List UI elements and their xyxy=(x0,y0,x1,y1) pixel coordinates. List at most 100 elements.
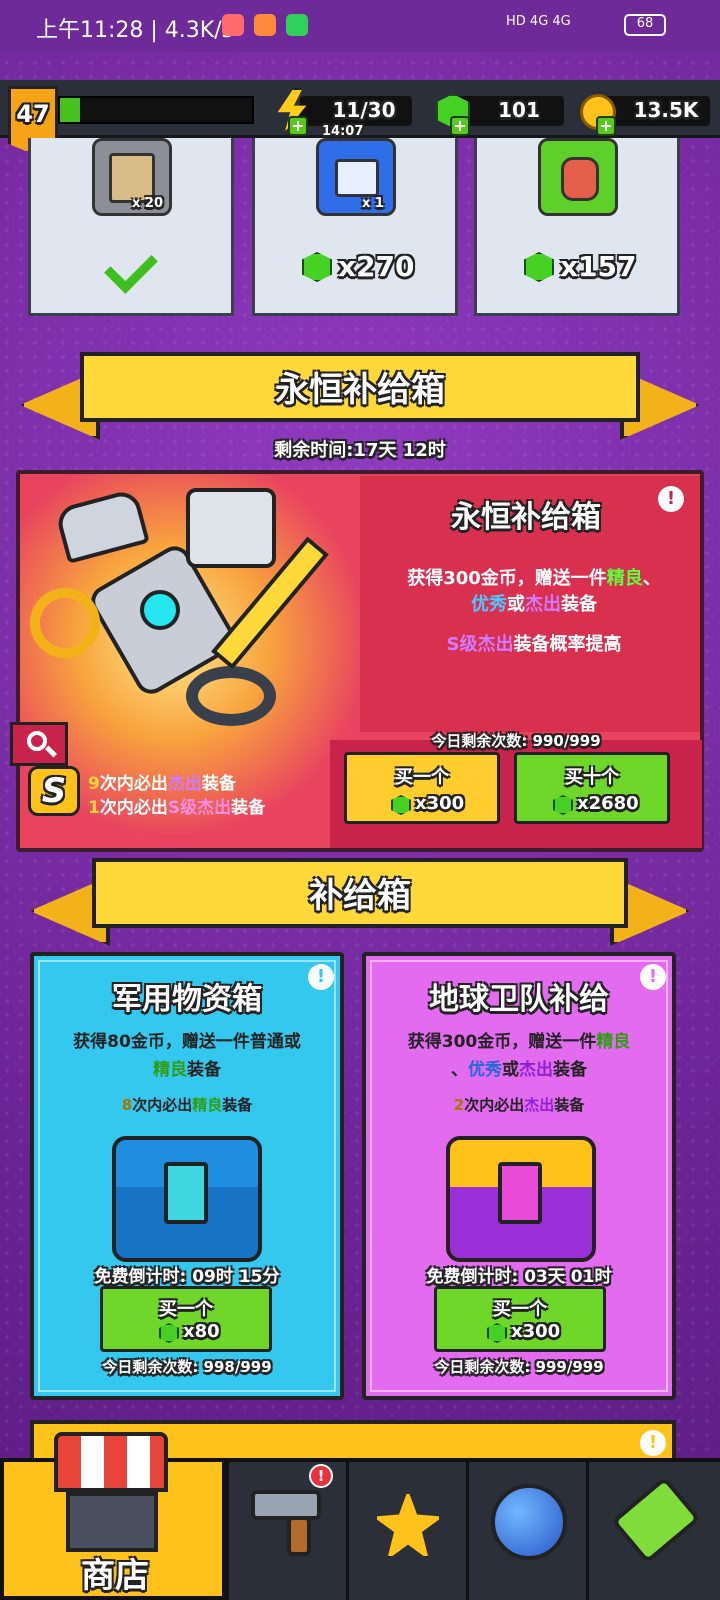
search-icon xyxy=(27,731,47,751)
guarantee-mid: 次内必出 xyxy=(99,774,168,794)
chest-lock-icon xyxy=(498,1162,542,1224)
earth-guard-box-title: 地球卫队补给 xyxy=(429,982,609,1017)
add-gems-icon[interactable]: + xyxy=(450,116,470,136)
tier-outstanding: 杰出 xyxy=(525,594,561,615)
notification-icon xyxy=(222,14,244,36)
supply-banner-title: 补给箱 xyxy=(309,876,411,916)
guarantee-num: 9 xyxy=(88,774,100,794)
status-bar: 上午11:28 | 4.3K/s HD 4G 4G 68 xyxy=(0,0,720,52)
guarantee-num: 2 xyxy=(453,1096,465,1114)
preview-button[interactable] xyxy=(10,722,68,766)
military-guarantee: 8次内必出精良装备 xyxy=(40,1094,334,1115)
nav-missions[interactable] xyxy=(346,1462,464,1600)
gem-icon xyxy=(487,1323,507,1343)
desc-sep: 、 xyxy=(451,1060,468,1080)
desc-text: 获得300金币，赠送一件 xyxy=(407,1032,597,1052)
buy-label: 买一个 xyxy=(159,1299,213,1320)
guarantee-mid: 次内必出 xyxy=(99,798,168,818)
guarantee-tier: 杰出 xyxy=(167,774,202,794)
earth-guard-info-icon[interactable]: ! xyxy=(640,964,666,990)
wechat-icon xyxy=(286,14,308,36)
eternal-info-icon[interactable]: ! xyxy=(658,486,684,512)
search-icon-handle xyxy=(44,745,58,758)
military-info-icon[interactable]: ! xyxy=(308,964,334,990)
guarantee-tier: 精良 xyxy=(192,1096,223,1114)
s-rank-badge: S xyxy=(28,766,80,816)
buy-price: x80 xyxy=(183,1321,220,1342)
battery-icon: 68 xyxy=(624,14,666,36)
gauntlet-core-art xyxy=(140,590,180,630)
military-remaining: 今日剩余次数: 998/999 xyxy=(102,1358,272,1376)
tier-good: 精良 xyxy=(606,568,643,589)
buy-earth-guard-button[interactable]: 买一个 x300 xyxy=(434,1286,606,1352)
tier-excellent: 优秀 xyxy=(468,1060,502,1080)
network-indicator: HD 4G 4G xyxy=(506,14,571,29)
buy-military-button[interactable]: 买一个 x80 xyxy=(100,1286,272,1352)
remaining-time: 剩余时间:17天 12时 xyxy=(274,440,446,461)
s-rate-text: S级杰出装备概率提高 xyxy=(368,632,700,658)
eternal-banner-title: 永恒补给箱 xyxy=(275,370,445,410)
alert-badge-icon: ! xyxy=(309,1464,333,1488)
buy-ten-eternal-button[interactable]: 买十个 x2680 xyxy=(514,752,670,824)
energy-timer: 14:07 xyxy=(322,124,364,139)
tier-outstanding: 杰出 xyxy=(519,1060,553,1080)
add-energy-icon[interactable]: + xyxy=(288,116,308,136)
earth-guard-remaining: 今日剩余次数: 999/999 xyxy=(434,1358,604,1376)
desc-end: 装备 xyxy=(187,1060,221,1080)
nav-weapons[interactable]: ! xyxy=(226,1462,344,1600)
chip-box-price: x270 xyxy=(338,250,415,283)
buy-one-label: 买一个 xyxy=(395,767,449,788)
chest-lock-icon xyxy=(164,1162,208,1224)
eternal-panel-title: 永恒补给箱 xyxy=(451,500,601,535)
add-coins-icon[interactable]: + xyxy=(596,116,616,136)
nav-planet[interactable] xyxy=(466,1462,584,1600)
military-box-title: 军用物资箱 xyxy=(112,982,262,1017)
buy-ten-label: 买十个 xyxy=(565,767,619,788)
shop-building-icon xyxy=(66,1492,158,1552)
chip-box-count: x 1 xyxy=(362,196,384,211)
buy-one-eternal-button[interactable]: 买一个 x300 xyxy=(344,752,500,824)
scroll-item-count: x 20 xyxy=(132,196,164,211)
xp-bar xyxy=(58,96,254,124)
status-time: 上午11:28 | 4.3K/s xyxy=(36,18,234,43)
xp-bar-fill xyxy=(60,98,80,122)
guarantee-end: 装备 xyxy=(231,798,266,818)
earth-guard-guarantee: 2次内必出杰出装备 xyxy=(372,1094,666,1115)
desc-end: 装备 xyxy=(561,594,597,615)
eternal-today-remaining: 今日剩余次数: 990/999 xyxy=(431,732,601,750)
s-rate-rest: 装备概率提高 xyxy=(513,634,622,655)
energy-value: 11/30 xyxy=(332,98,396,122)
next-offer-info-icon[interactable]: ! xyxy=(640,1430,666,1456)
gems-value: 101 xyxy=(498,98,540,122)
guarantee-num: 1 xyxy=(88,798,100,818)
desc-or: 或 xyxy=(507,594,525,615)
desc-end: 装备 xyxy=(553,1060,587,1080)
buy-one-price: x300 xyxy=(415,793,465,814)
shop-awning-icon xyxy=(54,1432,168,1492)
glove-price: x157 xyxy=(560,250,637,283)
coins-value: 13.5K xyxy=(633,98,699,122)
military-chest-icon xyxy=(112,1136,262,1262)
glove-item-icon xyxy=(538,138,618,216)
guarantee-end: 装备 xyxy=(554,1096,585,1114)
earth-guard-description: 获得300金币，赠送一件精良 、优秀或杰出装备 xyxy=(372,1028,666,1084)
earth-guard-timer: 免费倒计时: 03天 01时 xyxy=(426,1267,612,1287)
app-icon xyxy=(254,14,276,36)
tier-excellent: 优秀 xyxy=(471,594,507,615)
nav-shop-label: 商店 xyxy=(81,1556,149,1596)
guarantee-tier: S级杰出 xyxy=(167,798,232,818)
guarantee-line-1: 9次内必出杰出装备 xyxy=(88,772,236,796)
buy-label: 买一个 xyxy=(493,1299,547,1320)
dna-capsule-icon xyxy=(611,1476,701,1564)
military-timer: 免费倒计时: 09时 15分 xyxy=(94,1267,280,1287)
s-tier: S级杰出 xyxy=(446,634,514,655)
buy-ten-price: x2680 xyxy=(577,793,639,814)
eternal-description: 获得300金币，赠送一件精良、 优秀或杰出装备 xyxy=(368,566,700,618)
earth-guard-chest-icon xyxy=(446,1136,596,1262)
revolver-icon xyxy=(251,1490,321,1520)
guarantee-end: 装备 xyxy=(222,1096,253,1114)
star-icon xyxy=(373,1490,443,1560)
military-description: 获得80金币，赠送一件普通或 精良装备 xyxy=(40,1028,334,1084)
guarantee-end: 装备 xyxy=(201,774,236,794)
nav-lab[interactable] xyxy=(586,1462,720,1600)
